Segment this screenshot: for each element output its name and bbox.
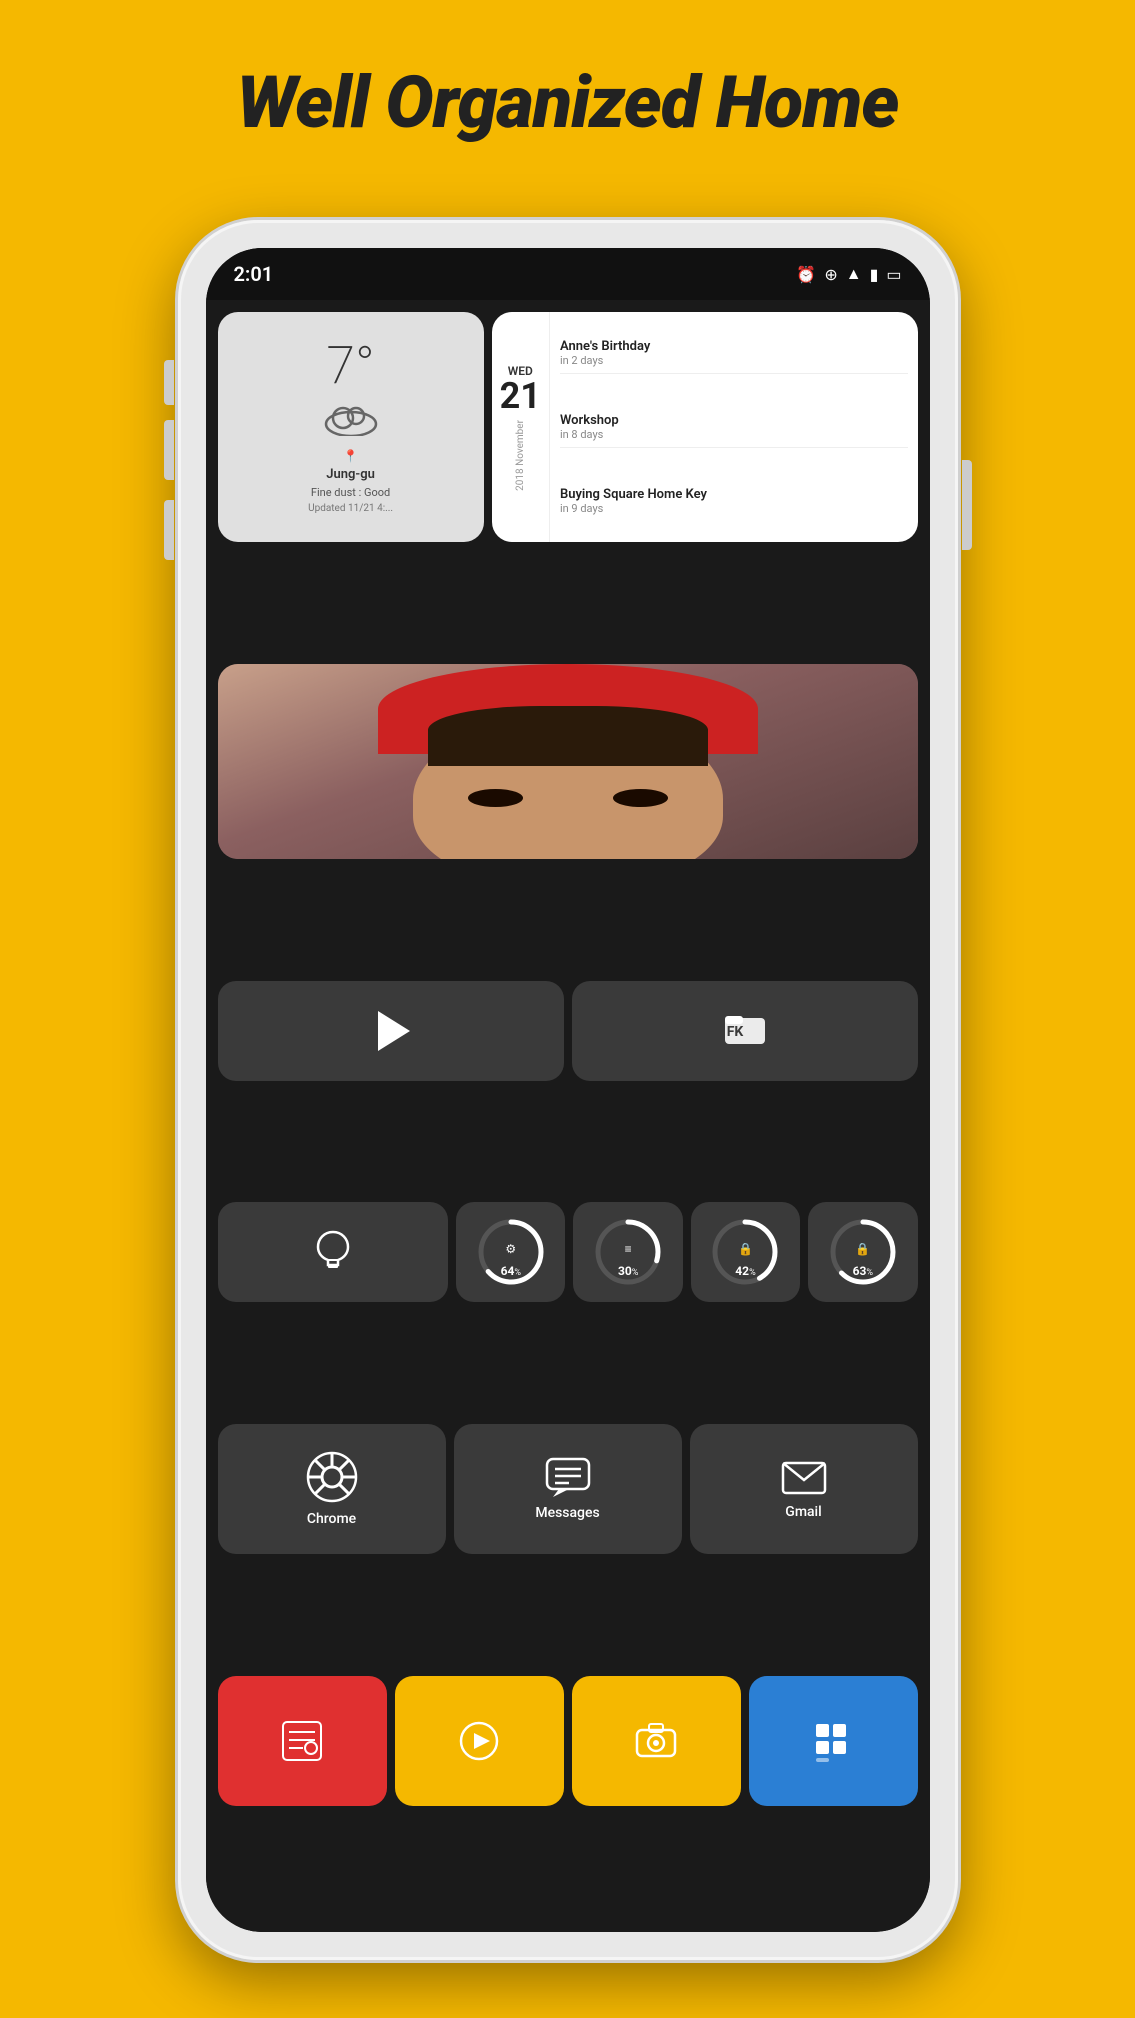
battery-icon: ▭ [886,265,901,284]
location-icon: ⊕ [824,265,837,284]
storage-value: 42% [709,1264,781,1278]
row-widgets: 7° 📍 Jung-gu Fine dust : Good Updated 11… [218,312,918,542]
power-button [962,460,972,550]
event-2-days: in 8 days [560,428,908,441]
weather-fine-dust: Fine dust : Good [311,486,390,499]
ram-circle: ≡ 30% [592,1216,664,1288]
messages-icon [545,1457,591,1497]
storage-icon: 🔒 [738,1243,753,1257]
weather-cloud-icon [321,396,381,445]
play-icon [458,1720,500,1762]
svg-text:FK: FK [726,1024,743,1040]
home-screen: 7° 📍 Jung-gu Fine dust : Good Updated 11… [206,300,930,1932]
play-store-button[interactable] [218,981,564,1081]
calendar-date: WED 21 2018 November [492,312,549,542]
calendar-events: Anne's Birthday in 2 days Workshop in 8 … [549,312,918,542]
file-explorer-button[interactable]: FK [572,981,918,1081]
page-title: Well Organized Home [0,60,1135,145]
calendar-event-2: Workshop in 8 days [560,413,908,448]
signal-icon: ▮ [870,265,879,284]
status-bar: 2:01 ⏰ ⊕ ▲ ▮ ▭ [206,248,930,300]
event-3-days: in 9 days [560,502,908,515]
lightbulb-icon [315,1230,351,1274]
wifi-icon: ▲ [846,264,862,284]
location-pin-icon: 📍 [343,449,358,463]
ram-usage-widget[interactable]: ≡ 30% [573,1202,682,1302]
battery-usage-widget[interactable]: 🔒 63% [808,1202,917,1302]
gmail-label: Gmail [785,1504,821,1520]
phone-screen: 2:01 ⏰ ⊕ ▲ ▮ ▭ 7° [206,248,930,1932]
play-store-icon [378,1011,410,1051]
photo-widget [218,664,918,859]
messages-label: Messages [535,1505,599,1521]
cpu-usage-widget[interactable]: ⚙ 64% [456,1202,565,1302]
volume-down-button [164,500,174,560]
weather-widget[interactable]: 7° 📍 Jung-gu Fine dust : Good Updated 11… [218,312,484,542]
calendar-day-number: 21 [500,378,541,414]
alarm-icon: ⏰ [796,265,816,284]
contacts-button[interactable] [218,1676,387,1806]
grid-icon [812,1720,854,1762]
chrome-button[interactable]: Chrome [218,1424,446,1554]
messages-button[interactable]: Messages [454,1424,682,1554]
cpu-circle: ⚙ 64% [475,1216,547,1288]
play-button[interactable] [395,1676,564,1806]
usage-circles-group: ⚙ 64% ≡ 30% [456,1202,917,1302]
calendar-event-3: Buying Square Home Key in 9 days [560,487,908,515]
ram-icon: ≡ [625,1243,632,1257]
ram-value: 30% [592,1264,664,1278]
weather-location: Jung-gu [326,467,375,482]
cpu-value: 64% [475,1264,547,1278]
weather-temperature: 7° [326,340,374,392]
calendar-event-1: Anne's Birthday in 2 days [560,339,908,374]
main-apps-row: Chrome Messages [218,1424,918,1554]
battery-usage-icon: 🔒 [855,1243,870,1257]
storage-usage-widget[interactable]: 🔒 42% [691,1202,800,1302]
event-1-days: in 2 days [560,354,908,367]
event-2-name: Workshop [560,413,908,428]
mute-button [164,360,174,405]
status-icons: ⏰ ⊕ ▲ ▮ ▭ [796,264,901,284]
battery-value: 63% [827,1264,899,1278]
calendar-widget[interactable]: WED 21 2018 November Anne's Birthday in … [492,312,918,542]
battery-circle: 🔒 63% [827,1216,899,1288]
volume-up-button [164,420,174,480]
gmail-button[interactable]: Gmail [690,1424,918,1554]
storage-circle: 🔒 42% [709,1216,781,1288]
contacts-icon [281,1720,323,1762]
folder-icon: FK [723,1008,767,1053]
camera-button[interactable] [572,1676,741,1806]
gmail-icon [781,1458,827,1496]
child-photo [218,664,918,859]
chrome-icon [306,1451,358,1503]
calendar-year-month: 2018 November [515,420,526,491]
dock-row [218,1676,918,1806]
status-time: 2:01 [234,262,274,286]
app-shortcuts-row: FK [218,981,918,1081]
phone-shell: 2:01 ⏰ ⊕ ▲ ▮ ▭ 7° [178,220,958,1960]
grid-button[interactable] [749,1676,918,1806]
camera-icon [635,1722,677,1760]
weather-updated: Updated 11/21 4:... [308,503,393,514]
chrome-label: Chrome [307,1511,356,1527]
phone-mockup: 2:01 ⏰ ⊕ ▲ ▮ ▭ 7° [178,220,958,1960]
event-1-name: Anne's Birthday [560,339,908,354]
bulb-row: ⚙ 64% ≡ 30% [218,1202,918,1302]
lightbulb-button[interactable] [218,1202,449,1302]
cpu-icon: ⚙ [505,1243,516,1257]
event-3-name: Buying Square Home Key [560,487,908,502]
